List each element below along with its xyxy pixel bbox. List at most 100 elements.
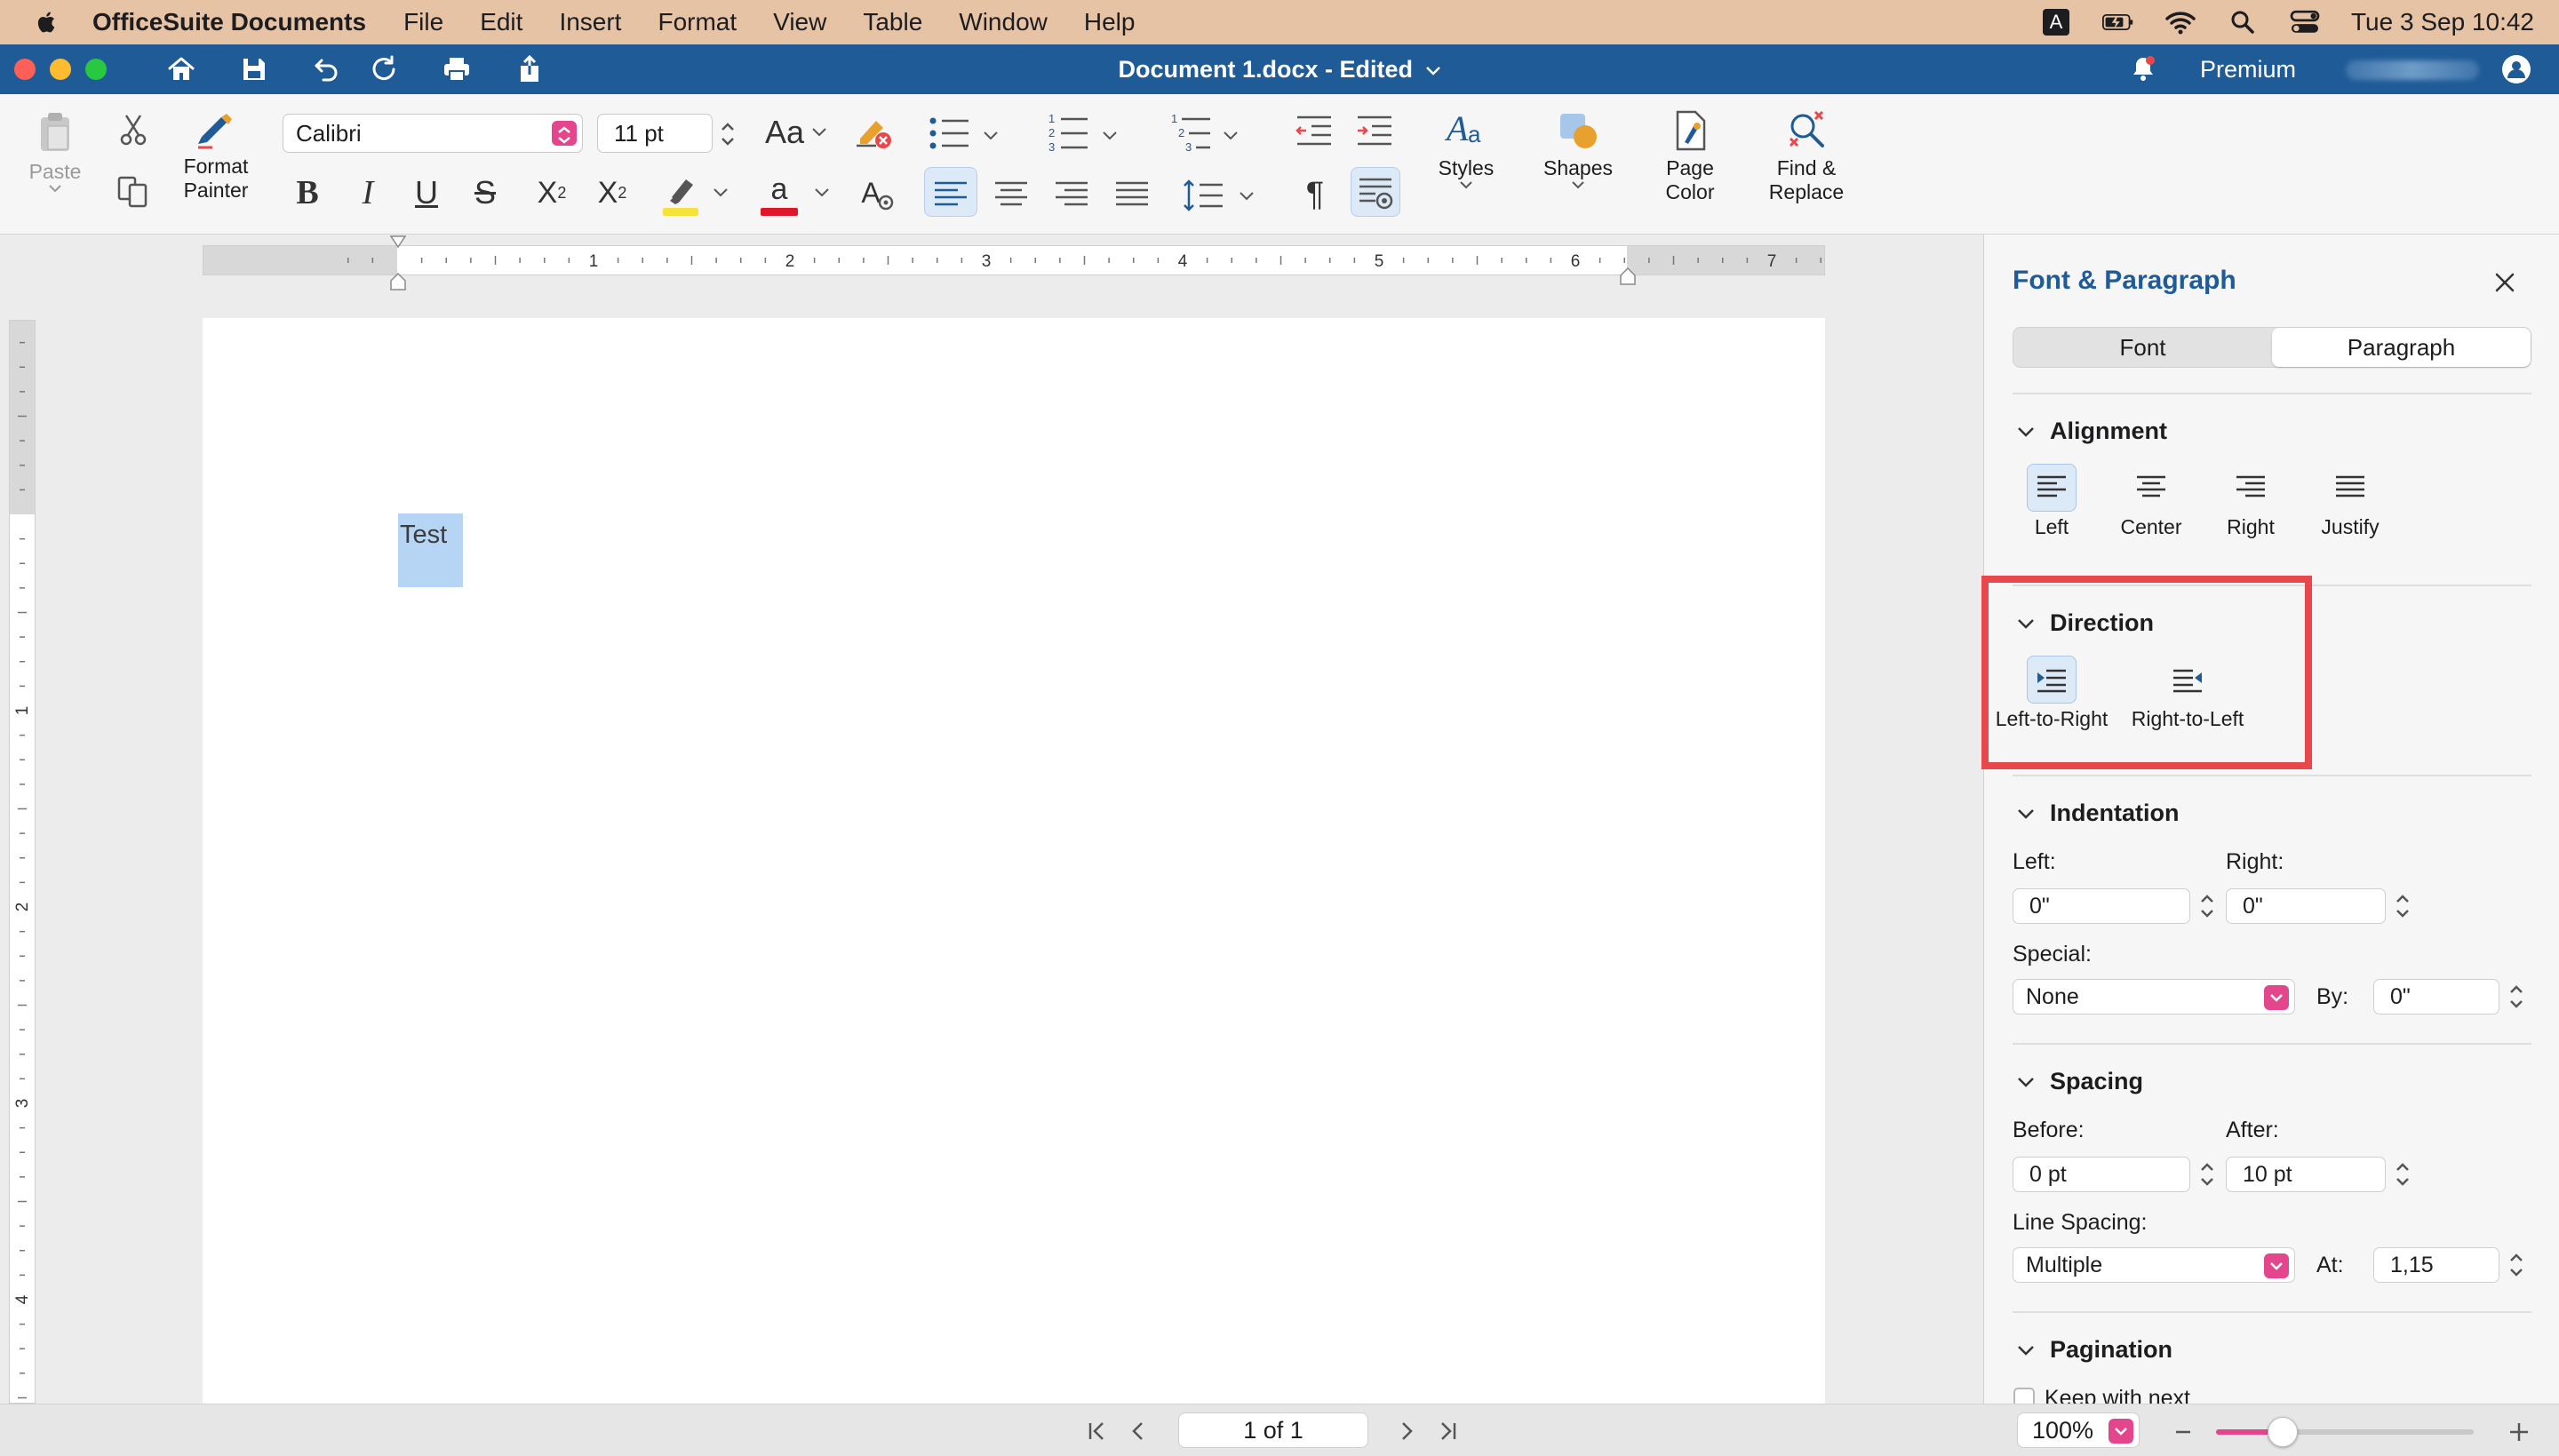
character-style-icon[interactable]: A	[857, 174, 896, 215]
line-spacing-at-field[interactable]: 1,15	[2373, 1247, 2499, 1283]
wifi-icon[interactable]	[2164, 9, 2196, 36]
justify-icon[interactable]	[1112, 176, 1152, 215]
chevron-down-icon[interactable]	[1223, 130, 1239, 142]
undo-icon[interactable]	[311, 53, 343, 85]
italic-button[interactable]: I	[348, 171, 387, 215]
zoom-slider-handle[interactable]	[2268, 1417, 2299, 1447]
alignment-center-option[interactable]: Center	[2101, 464, 2201, 539]
menu-format[interactable]: Format	[658, 8, 737, 36]
cut-scissors-icon[interactable]	[116, 112, 151, 147]
chevron-down-icon[interactable]	[983, 130, 999, 142]
decrease-indent-icon[interactable]	[1294, 112, 1335, 153]
subscript-button[interactable]: X2	[588, 171, 636, 215]
font-name-combobox[interactable]: Calibri	[283, 114, 583, 153]
first-line-indent-marker[interactable]	[382, 235, 414, 293]
font-color-icon[interactable]: a	[757, 171, 801, 220]
alignment-left-option[interactable]: Left	[2002, 464, 2101, 539]
tab-paragraph[interactable]: Paragraph	[2272, 328, 2531, 367]
find-replace-button[interactable]: Find & Replace	[1758, 108, 1855, 204]
menu-table[interactable]: Table	[863, 8, 922, 36]
spacing-section-header[interactable]: Spacing	[2016, 1068, 2143, 1095]
styles-button[interactable]: A a Styles	[1423, 108, 1509, 189]
redo-icon[interactable]	[368, 53, 400, 85]
selected-document-text[interactable]: Test	[398, 513, 464, 587]
strikethrough-button[interactable]: S	[466, 171, 505, 215]
page-color-button[interactable]: Page Color	[1646, 108, 1734, 204]
premium-button[interactable]: Premium	[2200, 44, 2296, 94]
highlight-color-icon[interactable]	[658, 171, 707, 220]
vertical-ruler[interactable]: 1 2 3 4	[9, 320, 36, 1404]
zoom-in-icon[interactable]	[2507, 1420, 2531, 1444]
change-case-button[interactable]: Aa	[761, 112, 832, 153]
share-icon[interactable]	[514, 53, 546, 85]
align-center-icon[interactable]	[992, 176, 1031, 215]
indent-right-field[interactable]: 0"	[2226, 888, 2386, 924]
show-formatting-marks-button[interactable]: ¶	[1295, 172, 1335, 217]
superscript-button[interactable]: X2	[528, 171, 576, 215]
minimize-window-button[interactable]	[50, 59, 71, 80]
menu-help[interactable]: Help	[1084, 8, 1136, 36]
menu-file[interactable]: File	[403, 8, 443, 36]
user-avatar-icon[interactable]	[2500, 53, 2532, 85]
control-center-icon[interactable]	[2289, 9, 2321, 36]
zoom-slider-track[interactable]	[2216, 1429, 2474, 1435]
alignment-justify-option[interactable]: Justify	[2300, 464, 2400, 539]
multilevel-list-icon[interactable]: 1 2 3	[1169, 110, 1216, 155]
close-window-button[interactable]	[14, 59, 36, 80]
chevron-down-icon[interactable]	[1102, 130, 1118, 142]
account-name-redacted[interactable]	[2346, 60, 2479, 80]
chevron-down-icon[interactable]	[1239, 190, 1255, 203]
line-spacing-select[interactable]: Multiple	[2013, 1247, 2295, 1283]
horizontal-ruler[interactable]: 1 2 3 4 5 6 7	[203, 245, 1825, 275]
chevron-down-icon[interactable]	[814, 187, 830, 199]
bullet-list-icon[interactable]	[928, 114, 974, 155]
previous-page-icon[interactable]	[1127, 1419, 1150, 1444]
indent-left-stepper[interactable]	[2197, 887, 2217, 925]
print-icon[interactable]	[441, 53, 473, 85]
save-icon[interactable]	[238, 53, 270, 85]
copy-icon[interactable]	[116, 174, 151, 210]
pagination-section-header[interactable]: Pagination	[2016, 1336, 2172, 1364]
indent-special-select[interactable]: None	[2013, 979, 2295, 1014]
next-page-icon[interactable]	[1395, 1419, 1418, 1444]
last-page-icon[interactable]	[1436, 1419, 1459, 1444]
align-right-icon[interactable]	[1052, 176, 1091, 215]
align-left-icon[interactable]	[931, 176, 970, 215]
increase-indent-icon[interactable]	[1354, 112, 1395, 153]
indentation-section-header[interactable]: Indentation	[2016, 800, 2179, 827]
font-name-stepper[interactable]	[552, 121, 577, 146]
right-indent-marker[interactable]	[1619, 267, 1637, 286]
indent-right-stepper[interactable]	[2393, 887, 2412, 925]
menubar-clock[interactable]: Tue 3 Sep 10:42	[2351, 8, 2534, 36]
indent-left-field[interactable]: 0"	[2013, 888, 2190, 924]
format-painter-button[interactable]: Format Painter	[176, 110, 256, 203]
paragraph-settings-icon[interactable]	[1356, 174, 1395, 213]
menu-insert[interactable]: Insert	[559, 8, 621, 36]
line-spacing-at-stepper[interactable]	[2507, 1246, 2526, 1284]
menu-view[interactable]: View	[773, 8, 826, 36]
font-size-field[interactable]: 11 pt	[597, 114, 713, 153]
numbered-list-icon[interactable]: 1 2 3	[1047, 110, 1093, 155]
chevron-down-icon[interactable]	[1425, 65, 1441, 77]
zoom-out-icon[interactable]	[2173, 1422, 2193, 1442]
app-name-menu[interactable]: OfficeSuite Documents	[92, 8, 366, 36]
chevron-down-icon[interactable]	[713, 187, 729, 199]
indent-by-stepper[interactable]	[2507, 978, 2526, 1015]
line-spacing-icon[interactable]	[1182, 176, 1226, 215]
indent-by-field[interactable]: 0"	[2373, 979, 2499, 1014]
alignment-right-option[interactable]: Right	[2201, 464, 2300, 539]
spotlight-search-icon[interactable]	[2227, 9, 2259, 36]
shapes-button[interactable]: Shapes	[1534, 108, 1622, 189]
alignment-section-header[interactable]: Alignment	[2016, 418, 2167, 445]
spacing-after-stepper[interactable]	[2393, 1156, 2412, 1193]
spacing-before-stepper[interactable]	[2197, 1156, 2217, 1193]
tab-font[interactable]: Font	[2013, 328, 2272, 367]
input-source-icon[interactable]: A	[2040, 9, 2072, 36]
bold-button[interactable]: B	[288, 171, 327, 215]
first-page-icon[interactable]	[1086, 1419, 1109, 1444]
battery-icon[interactable]	[2101, 9, 2134, 36]
zoom-level-select[interactable]: 100%	[2017, 1412, 2140, 1448]
menu-edit[interactable]: Edit	[480, 8, 522, 36]
underline-button[interactable]: U	[407, 171, 446, 215]
font-size-stepper[interactable]	[718, 115, 737, 153]
